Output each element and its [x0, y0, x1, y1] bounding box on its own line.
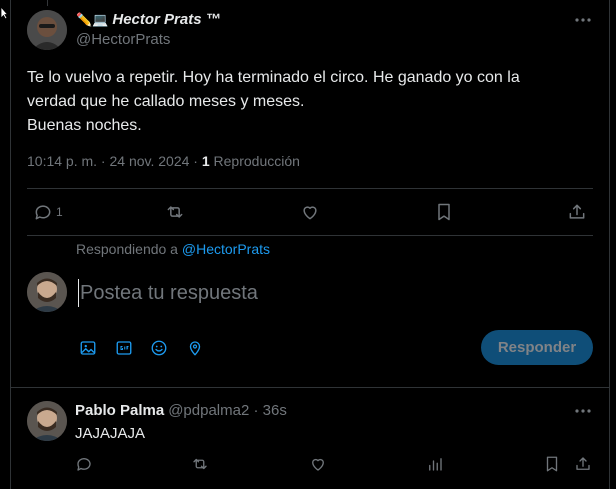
tweet-text: Te lo vuelvo a repetir. Hoy ha terminado…	[27, 69, 520, 134]
divider	[10, 387, 610, 388]
views-action[interactable]	[426, 455, 444, 473]
share-icon	[576, 457, 590, 470]
analytics-icon	[429, 458, 442, 471]
reply-count: 1	[56, 205, 63, 219]
reply-action[interactable]	[75, 455, 93, 473]
more-options-icon[interactable]	[573, 401, 593, 421]
reply-header: Pablo Palma @pdpalma2 · 36s	[75, 402, 287, 419]
like-action[interactable]	[309, 455, 327, 473]
author-display-name: Hector Prats ™	[112, 11, 221, 28]
location-icon[interactable]	[185, 338, 205, 358]
reply-author-avatar[interactable]	[27, 401, 67, 441]
reply-button[interactable]: Responder	[481, 330, 593, 365]
reply-icon	[35, 205, 51, 220]
divider	[27, 188, 593, 189]
reply-icon	[77, 458, 91, 471]
tweet-detail-panel: ✏️💻 Hector Prats ™ @HectorPrats Te lo vu…	[0, 0, 616, 489]
share-action[interactable]	[574, 455, 592, 473]
reply-author-name[interactable]: Pablo Palma	[75, 402, 164, 419]
retweet-icon	[167, 206, 183, 218]
column-border-left	[10, 0, 11, 489]
replying-handle-link[interactable]: @HectorPrats	[182, 241, 270, 257]
tweet-metadata: 10:14 p. m. · 24 nov. 2024 · 1 Reproducc…	[27, 153, 300, 169]
column-border-right	[609, 0, 610, 489]
share-icon	[569, 204, 585, 219]
heart-icon	[303, 206, 317, 220]
share-action[interactable]	[567, 202, 587, 222]
bookmark-icon	[438, 203, 450, 221]
retweet-icon	[193, 458, 207, 470]
like-action[interactable]	[300, 202, 320, 222]
bookmark-action[interactable]	[434, 202, 454, 222]
bookmark-action[interactable]	[543, 455, 561, 473]
author-name[interactable]: ✏️💻 Hector Prats ™	[76, 11, 221, 28]
mouse-cursor-icon	[0, 6, 8, 20]
image-icon[interactable]	[78, 338, 98, 358]
heart-icon	[312, 458, 324, 471]
views-count: 1	[201, 153, 210, 169]
divider	[27, 235, 593, 236]
tweet-timestamp[interactable]: 10:14 p. m. · 24 nov. 2024 ·	[27, 153, 198, 169]
author-handle[interactable]: @HectorPrats	[76, 31, 170, 48]
reply-action[interactable]: 1	[33, 202, 63, 222]
views-label: Reproducción	[213, 153, 300, 169]
retweet-action[interactable]	[165, 202, 185, 222]
reply-input[interactable]	[78, 279, 458, 307]
author-emoji: ✏️💻	[76, 11, 109, 27]
user-avatar[interactable]	[27, 272, 67, 312]
replying-to: Respondiendo a @HectorPrats	[76, 241, 270, 257]
replying-prefix: Respondiendo a	[76, 241, 178, 257]
retweet-action[interactable]	[191, 455, 209, 473]
thread-connector	[47, 0, 48, 6]
gif-icon[interactable]	[114, 338, 134, 358]
bookmark-icon	[546, 456, 558, 472]
author-avatar[interactable]	[27, 10, 67, 50]
reply-author-handle[interactable]: @pdpalma2 · 36s	[168, 402, 287, 419]
more-options-icon[interactable]	[573, 10, 593, 30]
reply-text: JAJAJAJA	[75, 425, 146, 442]
emoji-icon[interactable]	[149, 338, 169, 358]
